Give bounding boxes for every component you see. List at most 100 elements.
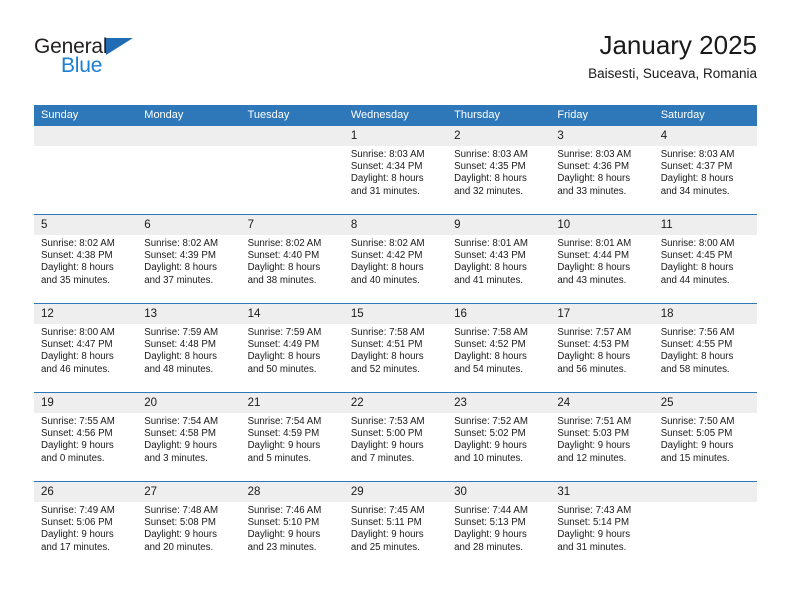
weekday-header-saturday: Saturday	[653, 105, 757, 126]
calendar-day-cell[interactable]: 15 Sunrise: 7:58 AM Sunset: 4:51 PM Dayligh…	[343, 303, 448, 393]
calendar-day-cell[interactable]: 18 Sunrise: 7:56 AM Sunset: 4:55 PM Dayligh…	[653, 303, 757, 393]
day-info-line: Sunset: 5:05 PM	[660, 428, 733, 440]
day-info-line: Daylight: 8 hours	[454, 351, 527, 363]
day-info-line: Sunset: 4:49 PM	[247, 339, 320, 351]
day-sun-info: Sunrise: 7:58 AM Sunset: 4:52 PM Daylight:…	[447, 324, 550, 376]
day-sun-info: Sunrise: 7:57 AM Sunset: 4:53 PM Daylight:…	[550, 324, 653, 376]
calendar-body: 1 Sunrise: 8:03 AM Sunset: 4:34 PM Daylight…	[34, 126, 757, 570]
day-info-line: Sunrise: 7:50 AM	[660, 416, 735, 427]
calendar-day-cell[interactable]: 30 Sunrise: 7:44 AM Sunset: 5:13 PM Dayligh…	[447, 481, 551, 570]
calendar-day-cell[interactable]: 8 Sunrise: 8:02 AM Sunset: 4:42 PM Daylight…	[343, 214, 448, 304]
day-info-line: Daylight: 8 hours	[660, 351, 734, 363]
day-info-line: and 10 minutes.	[454, 452, 524, 464]
day-info-line: Sunrise: 7:44 AM	[454, 505, 528, 516]
calendar-day-cell[interactable]: 12 Sunrise: 8:00 AM Sunset: 4:47 PM Dayligh…	[34, 303, 138, 393]
generalblue-logo[interactable]: General Blue	[34, 36, 234, 86]
day-number: 1	[343, 126, 448, 146]
calendar-day-cell[interactable]: 14 Sunrise: 7:59 AM Sunset: 4:49 PM Dayligh…	[240, 303, 344, 393]
day-info-line: Sunset: 4:39 PM	[144, 250, 216, 262]
day-info-line: Daylight: 8 hours	[454, 173, 527, 185]
calendar-day-cell[interactable]: 23 Sunrise: 7:52 AM Sunset: 5:02 PM Dayligh…	[447, 392, 551, 482]
day-info-line: and 25 minutes.	[350, 541, 420, 553]
day-info-line: Daylight: 9 hours	[557, 440, 631, 452]
calendar-day-cell[interactable]: 17 Sunrise: 7:57 AM Sunset: 4:53 PM Dayligh…	[550, 303, 654, 393]
day-info-line: and 43 minutes.	[557, 274, 627, 286]
calendar-day-cell[interactable]: 20 Sunrise: 7:54 AM Sunset: 4:58 PM Dayligh…	[137, 392, 241, 482]
calendar-empty-cell	[653, 481, 757, 570]
day-info-line: Sunset: 5:11 PM	[350, 517, 422, 529]
day-sun-info: Sunrise: 8:03 AM Sunset: 4:36 PM Daylight:…	[550, 146, 653, 198]
calendar-day-cell[interactable]: 13 Sunrise: 7:59 AM Sunset: 4:48 PM Dayligh…	[137, 303, 241, 393]
day-sun-info: Sunrise: 8:03 AM Sunset: 4:37 PM Daylight:…	[654, 146, 757, 198]
day-info-line: Daylight: 9 hours	[144, 440, 217, 452]
day-info-line: and 56 minutes.	[557, 363, 627, 375]
day-number: 3	[550, 126, 654, 146]
day-sun-info: Sunrise: 8:03 AM Sunset: 4:35 PM Daylight:…	[447, 146, 550, 198]
day-info-line: Sunset: 5:13 PM	[454, 517, 526, 529]
day-sun-info: Sunrise: 8:00 AM Sunset: 4:47 PM Daylight:…	[34, 324, 137, 376]
day-info-line: Sunset: 4:53 PM	[557, 339, 630, 351]
calendar-day-cell[interactable]: 27 Sunrise: 7:48 AM Sunset: 5:08 PM Dayligh…	[137, 481, 241, 570]
day-number: 23	[447, 393, 551, 413]
calendar-day-cell[interactable]: 4 Sunrise: 8:03 AM Sunset: 4:37 PM Daylight…	[653, 126, 757, 215]
day-sun-info: Sunrise: 7:51 AM Sunset: 5:03 PM Daylight:…	[550, 413, 653, 465]
day-info-line: Sunrise: 7:58 AM	[454, 327, 528, 338]
day-info-line: Sunrise: 8:00 AM	[41, 327, 115, 338]
day-info-line: Sunset: 4:42 PM	[350, 250, 423, 262]
calendar-day-cell[interactable]: 24 Sunrise: 7:51 AM Sunset: 5:03 PM Dayligh…	[550, 392, 654, 482]
day-info-line: and 33 minutes.	[557, 185, 627, 197]
calendar-day-cell[interactable]: 31 Sunrise: 7:43 AM Sunset: 5:14 PM Dayligh…	[550, 481, 654, 570]
calendar-day-cell[interactable]: 3 Sunrise: 8:03 AM Sunset: 4:36 PM Daylight…	[550, 126, 654, 215]
page-subtitle: Baisesti, Suceava, Romania	[588, 66, 757, 81]
day-info-line: and 15 minutes.	[660, 452, 730, 464]
day-info-line: and 35 minutes.	[41, 274, 110, 286]
calendar-day-cell[interactable]: 5 Sunrise: 8:02 AM Sunset: 4:38 PM Daylight…	[34, 214, 138, 304]
calendar-week-row: 5 Sunrise: 8:02 AM Sunset: 4:38 PM Daylight…	[34, 214, 757, 304]
day-info-line: Daylight: 9 hours	[247, 529, 321, 541]
day-number: 31	[550, 482, 654, 502]
day-info-line: Sunset: 4:45 PM	[660, 250, 733, 262]
day-info-line: Sunrise: 8:01 AM	[557, 238, 632, 249]
day-info-line: Sunset: 4:59 PM	[247, 428, 320, 440]
calendar-day-cell[interactable]: 10 Sunrise: 8:01 AM Sunset: 4:44 PM Dayligh…	[550, 214, 654, 304]
day-info-line: Sunrise: 8:03 AM	[660, 149, 735, 160]
day-sun-info: Sunrise: 8:02 AM Sunset: 4:40 PM Daylight:…	[241, 235, 344, 287]
day-info-line: Sunrise: 7:59 AM	[144, 327, 219, 338]
day-info-line: Daylight: 9 hours	[350, 529, 424, 541]
calendar-day-cell[interactable]: 19 Sunrise: 7:55 AM Sunset: 4:56 PM Dayligh…	[34, 392, 138, 482]
calendar-day-cell[interactable]: 7 Sunrise: 8:02 AM Sunset: 4:40 PM Daylight…	[240, 214, 344, 304]
calendar-day-cell[interactable]: 22 Sunrise: 7:53 AM Sunset: 5:00 PM Dayligh…	[343, 392, 448, 482]
day-info-line: and 12 minutes.	[557, 452, 627, 464]
day-info-line: Daylight: 9 hours	[660, 440, 734, 452]
calendar-day-cell[interactable]: 11 Sunrise: 8:00 AM Sunset: 4:45 PM Dayligh…	[653, 214, 757, 304]
day-info-line: Sunrise: 7:58 AM	[350, 327, 425, 338]
calendar-day-cell[interactable]: 2 Sunrise: 8:03 AM Sunset: 4:35 PM Daylight…	[447, 126, 551, 215]
day-sun-info: Sunrise: 8:02 AM Sunset: 4:38 PM Daylight:…	[34, 235, 137, 287]
calendar-day-cell[interactable]: 9 Sunrise: 8:01 AM Sunset: 4:43 PM Daylight…	[447, 214, 551, 304]
calendar-day-cell[interactable]: 26 Sunrise: 7:49 AM Sunset: 5:06 PM Dayligh…	[34, 481, 138, 570]
day-info-line: Daylight: 8 hours	[41, 351, 114, 363]
calendar-day-cell[interactable]: 6 Sunrise: 8:02 AM Sunset: 4:39 PM Daylight…	[137, 214, 241, 304]
day-sun-info: Sunrise: 7:48 AM Sunset: 5:08 PM Daylight:…	[137, 502, 240, 554]
calendar-day-cell[interactable]: 21 Sunrise: 7:54 AM Sunset: 4:59 PM Dayligh…	[240, 392, 344, 482]
day-info-line: Daylight: 8 hours	[557, 351, 631, 363]
calendar-day-cell[interactable]: 1 Sunrise: 8:03 AM Sunset: 4:34 PM Daylight…	[343, 126, 448, 215]
calendar-day-cell[interactable]: 29 Sunrise: 7:45 AM Sunset: 5:11 PM Dayligh…	[343, 481, 448, 570]
day-info-line: and 44 minutes.	[660, 274, 730, 286]
day-info-line: Sunrise: 7:53 AM	[350, 416, 425, 427]
day-info-line: Sunset: 5:10 PM	[247, 517, 320, 529]
day-info-line: Sunset: 4:34 PM	[350, 161, 423, 173]
calendar-empty-cell	[137, 126, 241, 215]
day-info-line: Sunset: 5:06 PM	[41, 517, 113, 529]
day-sun-info: Sunrise: 7:54 AM Sunset: 4:59 PM Daylight:…	[241, 413, 344, 465]
day-info-line: and 38 minutes.	[247, 274, 317, 286]
day-sun-info: Sunrise: 7:43 AM Sunset: 5:14 PM Daylight:…	[550, 502, 653, 554]
calendar-day-cell[interactable]: 16 Sunrise: 7:58 AM Sunset: 4:52 PM Dayligh…	[447, 303, 551, 393]
day-info-line: Sunset: 4:37 PM	[660, 161, 733, 173]
calendar-day-cell[interactable]: 28 Sunrise: 7:46 AM Sunset: 5:10 PM Dayligh…	[240, 481, 344, 570]
weekday-header-friday: Friday	[550, 105, 654, 126]
calendar-day-cell[interactable]: 25 Sunrise: 7:50 AM Sunset: 5:05 PM Dayligh…	[653, 392, 757, 482]
day-info-line: Sunrise: 7:55 AM	[41, 416, 115, 427]
weekday-header-tuesday: Tuesday	[240, 105, 344, 126]
day-info-line: Sunrise: 8:00 AM	[660, 238, 735, 249]
